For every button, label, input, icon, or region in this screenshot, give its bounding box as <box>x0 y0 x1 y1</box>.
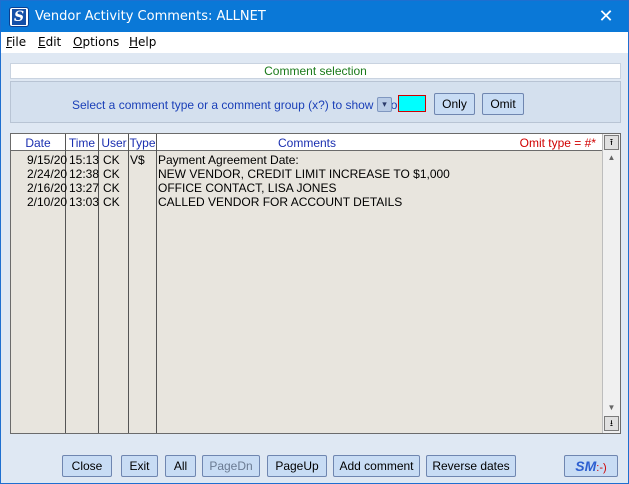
cell-date: 2/10/20 <box>27 195 68 209</box>
comment-type-dropdown[interactable]: ▾ <box>377 97 392 112</box>
scroll-to-bottom-icon[interactable]: ⭳ <box>604 416 619 431</box>
cell-user: CK <box>103 195 120 209</box>
comments-grid: Date Time User Type Comments Omit type =… <box>10 133 621 434</box>
cell-comment: Payment Agreement Date: <box>158 153 299 167</box>
cell-comment: NEW VENDOR, CREDIT LIMIT INCREASE TO $1,… <box>158 167 450 181</box>
menu-file[interactable]: File <box>6 35 26 49</box>
table-row[interactable]: 9/15/20 15:13 CK V$ Payment Agreement Da… <box>11 153 602 167</box>
close-button[interactable]: Close <box>62 455 112 477</box>
cell-comment: OFFICE CONTACT, LISA JONES <box>158 181 337 195</box>
exit-button[interactable]: Exit <box>121 455 158 477</box>
vendor-activity-comments-window: S Vendor Activity Comments: ALLNET ✕ Fil… <box>0 0 629 484</box>
add-comment-button[interactable]: Add comment <box>333 455 420 477</box>
table-row[interactable]: 2/10/20 13:03 CK CALLED VENDOR FOR ACCOU… <box>11 195 602 209</box>
sm-logo-button[interactable]: SM:-) <box>564 455 618 477</box>
column-header-comments[interactable]: Comments <box>157 136 457 150</box>
cell-time: 13:27 <box>69 181 100 195</box>
sm-logo-text: SM <box>575 458 597 474</box>
table-row[interactable]: 2/16/20 13:27 CK OFFICE CONTACT, LISA JO… <box>11 181 602 195</box>
table-row[interactable]: 2/24/20 12:38 CK NEW VENDOR, CREDIT LIMI… <box>11 167 602 181</box>
title-bar[interactable]: S Vendor Activity Comments: ALLNET ✕ <box>1 1 628 32</box>
page-up-button[interactable]: PageUp <box>267 455 327 477</box>
omit-type-indicator: Omit type = #* <box>519 136 596 150</box>
cell-time: 12:38 <box>69 167 100 181</box>
main-content: Comment selection Select a comment type … <box>1 53 628 483</box>
cell-type: V$ <box>130 153 145 167</box>
cell-comment: CALLED VENDOR FOR ACCOUNT DETAILS <box>158 195 403 209</box>
column-header-user[interactable]: User <box>99 136 129 150</box>
cell-user: CK <box>103 181 120 195</box>
cell-date: 2/24/20 <box>27 167 68 181</box>
column-header-date[interactable]: Date <box>11 136 65 150</box>
window-title: Vendor Activity Comments: ALLNET <box>35 9 266 24</box>
scroll-down-icon[interactable]: ▼ <box>603 402 620 414</box>
page-down-button[interactable]: PageDn <box>202 455 260 477</box>
selection-prompt: Select a comment type or a comment group… <box>72 98 414 112</box>
menu-bar: File Edit Options Help <box>1 32 628 53</box>
column-header-type[interactable]: Type <box>129 136 156 150</box>
menu-help[interactable]: Help <box>129 35 156 49</box>
only-button[interactable]: Only <box>434 93 475 115</box>
comment-selection-header: Comment selection <box>10 63 621 79</box>
cell-date: 9/15/20 <box>27 153 68 167</box>
menu-options[interactable]: Options <box>73 35 119 49</box>
grid-header: Date Time User Type Comments Omit type =… <box>11 134 602 151</box>
comment-selection-panel: Select a comment type or a comment group… <box>10 81 621 123</box>
vertical-scrollbar[interactable]: ⭱ ▲ ▼ ⭳ <box>602 134 620 433</box>
scroll-to-top-icon[interactable]: ⭱ <box>604 135 619 150</box>
menu-edit[interactable]: Edit <box>38 35 61 49</box>
cell-date: 2/16/20 <box>27 181 68 195</box>
cell-time: 15:13 <box>69 153 100 167</box>
close-window-icon[interactable]: ✕ <box>584 1 628 32</box>
smiley-icon: :-) <box>596 462 607 474</box>
cell-user: CK <box>103 167 120 181</box>
scroll-up-icon[interactable]: ▲ <box>603 152 620 164</box>
all-button[interactable]: All <box>165 455 196 477</box>
cell-time: 13:03 <box>69 195 100 209</box>
reverse-dates-button[interactable]: Reverse dates <box>426 455 516 477</box>
comment-type-color-swatch[interactable] <box>398 95 426 112</box>
column-header-time[interactable]: Time <box>66 136 98 150</box>
app-logo-icon: S <box>9 7 29 27</box>
cell-user: CK <box>103 153 120 167</box>
omit-button[interactable]: Omit <box>482 93 524 115</box>
